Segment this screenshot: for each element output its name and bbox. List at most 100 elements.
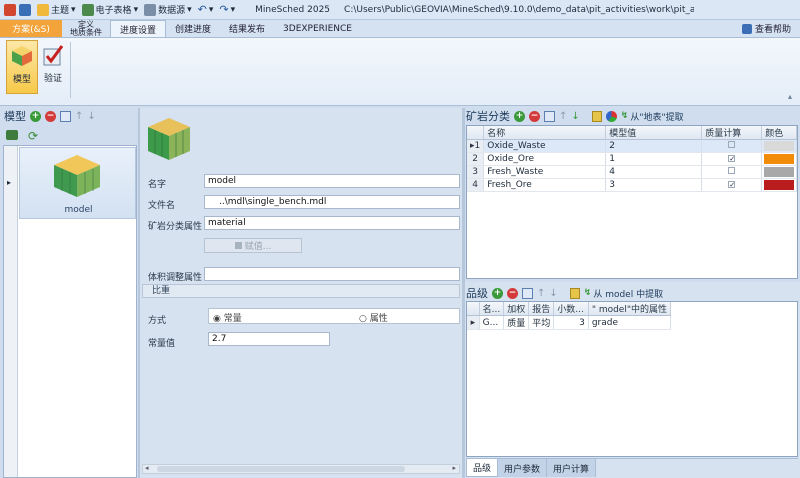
chevron-down-icon[interactable]: ▾ [209, 5, 214, 15]
color-cell[interactable] [761, 178, 797, 192]
rock-name-cell[interactable]: Oxide_Ore [483, 152, 607, 166]
radio-attribute[interactable]: ○ 属性 [359, 311, 388, 324]
move-down-icon[interactable]: ↓ [549, 288, 557, 299]
rock-value-cell[interactable]: 3 [605, 178, 703, 192]
volume-field[interactable] [204, 267, 460, 281]
chevron-down-icon[interactable]: ▾ [231, 5, 236, 15]
assign-button[interactable]: 赋值... [204, 238, 302, 253]
remove-icon[interactable]: − [45, 110, 56, 122]
model-load-icon[interactable] [6, 130, 18, 140]
move-down-icon[interactable]: ↓ [571, 111, 579, 122]
pie-chart-icon[interactable] [605, 110, 617, 122]
table-row[interactable]: 4 Fresh_Ore 3 ✓ [467, 178, 797, 192]
color-swatch[interactable] [764, 154, 794, 164]
color-swatch[interactable] [764, 180, 794, 190]
remove-icon[interactable]: − [507, 287, 518, 299]
table-row[interactable]: 2 Oxide_Ore 1 ✓ [467, 152, 797, 166]
tab-file[interactable]: 方案(&S) [0, 20, 62, 37]
table-row[interactable]: 3 Fresh_Waste 4 [467, 165, 797, 179]
rock-name-cell[interactable]: Oxide_Waste [483, 139, 607, 153]
table-row[interactable]: ▸1 Oxide_Waste 2 [467, 139, 797, 153]
rock-value-cell[interactable]: 2 [605, 139, 703, 153]
rock-attribute-field[interactable]: material [204, 216, 460, 230]
grade-weight-cell[interactable]: 质量 [503, 315, 530, 330]
tab-3dexperience[interactable]: 3DEXPERIENCE [274, 20, 361, 37]
rock-name-cell[interactable]: Fresh_Waste [483, 165, 607, 179]
tab-user-calc[interactable]: 用户计算 [547, 459, 597, 477]
column-header[interactable]: 加权 [503, 302, 530, 316]
column-header[interactable]: 小数... [553, 302, 589, 316]
tab-grade[interactable]: 品级 [466, 459, 499, 477]
ribbon-collapse-icon[interactable]: ▴ [788, 92, 792, 101]
quality-checkbox[interactable]: ✓ [728, 155, 736, 163]
right-splitter[interactable] [462, 108, 465, 478]
quality-checkbox[interactable]: ✓ [728, 181, 736, 189]
column-header[interactable]: 报告 [528, 302, 555, 316]
column-header[interactable]: 模型值 [605, 126, 703, 140]
add-icon[interactable]: + [30, 110, 41, 122]
grade-attribute-cell[interactable]: grade [588, 315, 672, 330]
tab-schedule-settings[interactable]: 进度设置 [110, 20, 167, 37]
add-icon[interactable]: + [514, 110, 525, 122]
extract-model-button[interactable]: ↯ 从 model 中提取 [584, 287, 663, 300]
move-down-icon[interactable]: ↓ [87, 111, 95, 122]
move-up-icon[interactable]: ↑ [75, 111, 83, 122]
quality-checkbox-cell[interactable] [701, 165, 763, 179]
filter-icon[interactable] [591, 110, 602, 122]
left-splitter[interactable] [138, 108, 140, 478]
remove-icon[interactable]: − [529, 110, 540, 122]
file-field[interactable]: ..\mdl\single_bench.mdl [204, 195, 460, 209]
constant-value-field[interactable]: 2.7 [208, 332, 330, 346]
tab-create-schedule[interactable]: 创建进度 [166, 20, 220, 37]
copy-icon[interactable] [544, 110, 555, 122]
list-item-model[interactable]: model [19, 147, 136, 219]
quality-checkbox-cell[interactable]: ✓ [701, 178, 763, 192]
filter-icon[interactable] [569, 287, 580, 299]
column-header[interactable]: 名... [479, 302, 505, 316]
rock-value-cell[interactable]: 4 [605, 165, 703, 179]
spreadsheet-menu[interactable]: 电子表格 ▾ [81, 3, 138, 16]
copy-icon[interactable] [522, 287, 533, 299]
open-icon[interactable] [19, 3, 31, 16]
grade-name-cell[interactable]: G... [479, 315, 505, 330]
rock-name-cell[interactable]: Fresh_Ore [483, 178, 607, 192]
tab-user-params[interactable]: 用户参数 [498, 459, 548, 477]
datasource-menu[interactable]: 数据源 ▾ [144, 3, 192, 16]
extract-surface-button[interactable]: ↯ 从"地表"提取 [621, 110, 684, 123]
ribbon-model-button[interactable]: 模型 [6, 40, 38, 94]
column-header[interactable]: 名称 [483, 126, 607, 140]
quality-checkbox-cell[interactable]: ✓ [701, 152, 763, 166]
scroll-right-icon[interactable]: ▸ [452, 464, 456, 472]
quality-checkbox[interactable] [728, 141, 736, 148]
move-up-icon[interactable]: ↑ [559, 111, 567, 122]
refresh-icon[interactable]: ⟳ [28, 129, 38, 143]
color-cell[interactable] [761, 165, 797, 179]
column-header[interactable]: 颜色 [761, 126, 797, 140]
scroll-left-icon[interactable]: ◂ [145, 464, 149, 472]
color-cell[interactable] [761, 152, 797, 166]
rock-value-cell[interactable]: 1 [605, 152, 703, 166]
table-row[interactable]: ▸ G... 质量 平均 3 grade [467, 315, 672, 330]
color-swatch[interactable] [764, 141, 794, 151]
color-swatch[interactable] [764, 167, 794, 177]
undo-icon[interactable]: ↶ [198, 3, 207, 16]
grade-report-cell[interactable]: 平均 [528, 315, 555, 330]
name-field[interactable]: model [204, 174, 460, 188]
column-header[interactable]: 质量计算 [701, 126, 763, 140]
tab-publish-results[interactable]: 结果发布 [220, 20, 274, 37]
scrollbar-thumb[interactable] [157, 466, 405, 472]
redo-icon[interactable]: ↷ [219, 3, 228, 16]
add-icon[interactable]: + [492, 287, 503, 299]
ribbon-verify-button[interactable]: 验证 [40, 40, 66, 94]
grade-decimals-cell[interactable]: 3 [553, 315, 589, 330]
radio-constant[interactable]: ◉ 常量 [213, 311, 242, 324]
column-header[interactable]: " model"中的属性 [588, 302, 672, 316]
copy-icon[interactable] [60, 110, 71, 122]
help-link[interactable]: 查看帮助 [733, 20, 800, 37]
tab-define-geology[interactable]: 定义 地质条件 [62, 20, 110, 37]
quality-checkbox[interactable] [728, 167, 736, 174]
color-cell[interactable] [761, 139, 797, 153]
move-up-icon[interactable]: ↑ [537, 288, 545, 299]
horizontal-scrollbar[interactable]: ◂ ▸ [142, 464, 460, 474]
theme-menu[interactable]: 主题 ▾ [37, 3, 76, 16]
